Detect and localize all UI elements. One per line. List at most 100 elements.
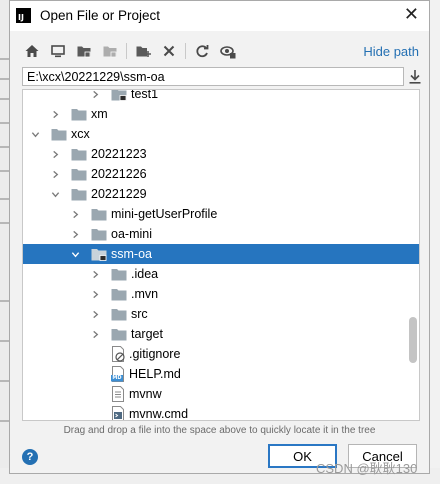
home-button[interactable] xyxy=(22,41,42,61)
tree-folder-row[interactable]: 20221223 xyxy=(23,144,419,164)
tree-folder-row[interactable]: .idea xyxy=(23,264,419,284)
tree-item-label: 20221223 xyxy=(91,147,147,161)
folder-icon xyxy=(111,268,127,281)
tree-folder-row[interactable]: 20221229 xyxy=(23,184,419,204)
folder-icon xyxy=(111,288,127,301)
help-button[interactable]: ? xyxy=(22,449,38,465)
tree-item-label: .idea xyxy=(131,267,159,281)
project-folder-icon xyxy=(77,46,91,58)
drag-drop-hint: Drag and drop a file into the space abov… xyxy=(63,425,376,436)
project-button[interactable] xyxy=(74,41,94,61)
folder-icon xyxy=(71,108,87,121)
tree-file-row[interactable]: .gitignore xyxy=(23,344,419,364)
expand-arrow-icon[interactable] xyxy=(89,90,101,100)
tree-folder-row[interactable]: xm xyxy=(23,104,419,124)
expand-arrow-icon[interactable] xyxy=(49,108,61,120)
gitignore-file-icon xyxy=(111,346,125,362)
path-input[interactable]: E:\xcx\20221229\ssm-oa xyxy=(22,67,404,86)
csdn-watermark: CSDN @耿耿130 xyxy=(316,461,418,476)
close-button[interactable]: ✕ xyxy=(404,4,419,25)
download-path-button[interactable] xyxy=(408,69,422,85)
title-bar: IJ Open File or Project ✕ xyxy=(10,1,429,31)
module-folder-icon xyxy=(103,46,117,58)
module-folder-icon xyxy=(91,248,107,261)
new-folder-icon xyxy=(136,46,151,57)
tree-item-label: mvnw.cmd xyxy=(129,407,189,421)
tree-folder-row[interactable]: src xyxy=(23,304,419,324)
download-icon xyxy=(409,70,421,84)
open-file-dialog: IJ Open File or Project ✕ Hide path E:\x… xyxy=(9,0,430,474)
tree-item-label: xcx xyxy=(71,127,90,141)
collapse-arrow-icon[interactable] xyxy=(29,128,41,140)
tree-item-label: mini-getUserProfile xyxy=(111,207,218,221)
toolbar xyxy=(22,41,244,61)
intellij-logo-icon: IJ xyxy=(16,8,31,23)
cmd-file-icon xyxy=(111,406,125,420)
folder-icon xyxy=(71,148,87,161)
folder-icon xyxy=(71,188,87,201)
tree-folder-row[interactable]: oa-mini xyxy=(23,224,419,244)
dialog-title: Open File or Project xyxy=(40,8,161,23)
show-hidden-icon xyxy=(220,46,236,59)
toolbar-separator xyxy=(126,43,127,59)
expand-arrow-icon[interactable] xyxy=(69,208,81,220)
tree-item-label: 20221226 xyxy=(91,167,147,181)
desktop-button[interactable] xyxy=(48,41,68,61)
tree-item-label: ssm-oa xyxy=(111,247,152,261)
new-folder-button[interactable] xyxy=(133,41,153,61)
tree-folder-row[interactable]: target xyxy=(23,324,419,344)
collapse-arrow-icon[interactable] xyxy=(49,188,61,200)
tree-item-label: .mvn xyxy=(131,287,159,301)
expand-arrow-icon[interactable] xyxy=(69,228,81,240)
tree-folder-row[interactable]: test1 xyxy=(23,90,419,104)
show-hidden-button[interactable] xyxy=(218,41,238,61)
ide-right-strip xyxy=(429,0,440,484)
delete-button[interactable] xyxy=(159,41,179,61)
folder-icon xyxy=(51,128,67,141)
tree-item-label: oa-mini xyxy=(111,227,152,241)
tree-item-label: src xyxy=(131,307,148,321)
file-tree[interactable]: test1 xm xcx 20221223 20221226 20221229 mini-g… xyxy=(22,89,420,421)
tree-item-label: target xyxy=(131,327,163,341)
tree-folder-row[interactable]: 20221226 xyxy=(23,164,419,184)
expand-arrow-icon[interactable] xyxy=(89,288,101,300)
folder-icon xyxy=(91,228,107,241)
tree-item-label: HELP.md xyxy=(129,367,181,381)
tree-folder-row[interactable]: .mvn xyxy=(23,284,419,304)
tree-item-label: xm xyxy=(91,107,108,121)
module-folder-icon xyxy=(111,90,127,101)
md-badge: MD xyxy=(112,375,122,381)
home-icon xyxy=(25,45,39,57)
module-button[interactable] xyxy=(100,41,120,61)
tree-item-label: .gitignore xyxy=(129,347,181,361)
tree-file-row[interactable]: MD HELP.md xyxy=(23,364,419,384)
refresh-button[interactable] xyxy=(192,41,212,61)
markdown-file-icon: MD xyxy=(111,366,125,382)
folder-icon xyxy=(91,208,107,221)
expand-arrow-icon[interactable] xyxy=(89,308,101,320)
collapse-arrow-icon[interactable] xyxy=(69,248,81,260)
expand-arrow-icon[interactable] xyxy=(49,148,61,160)
refresh-icon xyxy=(196,45,209,58)
tree-file-row[interactable]: mvnw xyxy=(23,384,419,404)
expand-arrow-icon[interactable] xyxy=(49,168,61,180)
tree-folder-row[interactable]: mini-getUserProfile xyxy=(23,204,419,224)
tree-item-label: 20221229 xyxy=(91,187,147,201)
expand-arrow-icon[interactable] xyxy=(89,328,101,340)
folder-icon xyxy=(71,168,87,181)
folder-icon xyxy=(111,328,127,341)
delete-icon xyxy=(163,45,175,57)
tree-item-label: mvnw xyxy=(129,387,162,401)
hide-path-link[interactable]: Hide path xyxy=(363,44,419,59)
desktop-icon xyxy=(51,45,65,58)
tree-folder-row[interactable]: ssm-oa xyxy=(23,244,419,264)
toolbar-separator xyxy=(185,43,186,59)
expand-arrow-icon[interactable] xyxy=(89,268,101,280)
folder-icon xyxy=(111,308,127,321)
tree-folder-row[interactable]: xcx xyxy=(23,124,413,144)
tree-file-row[interactable]: mvnw.cmd xyxy=(23,404,419,421)
